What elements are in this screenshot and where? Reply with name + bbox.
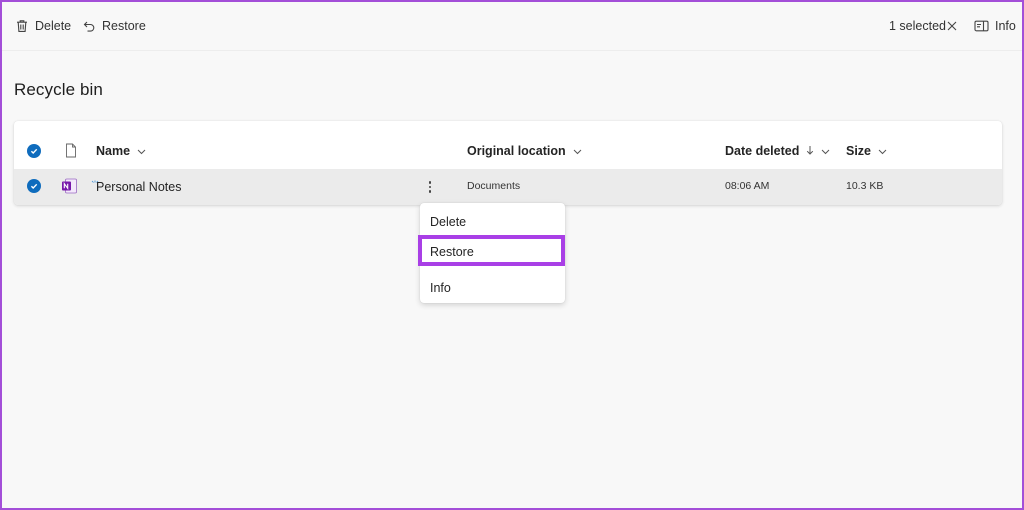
column-header-original-location[interactable]: Original location: [467, 144, 582, 158]
restore-label: Restore: [102, 19, 146, 33]
size-cell: 10.3 KB: [846, 180, 884, 192]
column-header-location-label: Original location: [467, 144, 566, 158]
more-actions-button[interactable]: [424, 178, 436, 196]
column-header-size-label: Size: [846, 144, 872, 158]
original-location-cell: Documents: [467, 180, 521, 192]
app-window: Delete Restore 1 selected Info Recycle b…: [2, 2, 1022, 508]
chevron-down-icon: [573, 144, 582, 158]
table-header: Name Original location Date deleted Size: [14, 121, 1002, 170]
column-header-name-label: Name: [96, 144, 131, 158]
info-button[interactable]: Info: [974, 16, 1016, 36]
file-list: Name Original location Date deleted Size…: [14, 121, 1002, 205]
restore-button[interactable]: Restore: [82, 16, 146, 36]
chevron-down-icon: [137, 144, 146, 158]
date-deleted-cell: 08:06 AM: [725, 180, 770, 192]
info-pane-icon: [974, 20, 989, 32]
menu-item-delete[interactable]: Delete: [420, 210, 565, 234]
row-checkbox[interactable]: [27, 179, 41, 193]
selection-count: 1 selected: [889, 19, 946, 33]
sort-descending-icon: [806, 144, 814, 158]
info-label: Info: [995, 19, 1016, 33]
column-header-size[interactable]: Size: [846, 144, 887, 158]
checkmark-icon: [30, 183, 38, 190]
onenote-icon: [61, 178, 78, 199]
chevron-down-icon: [878, 144, 887, 158]
file-name[interactable]: Personal Notes: [96, 180, 181, 194]
file-type-header-icon: [65, 143, 77, 163]
more-dot: [428, 181, 432, 184]
checkmark-icon: [30, 148, 38, 155]
chevron-down-icon: [821, 144, 830, 158]
undo-icon: [82, 19, 96, 33]
delete-button[interactable]: Delete: [15, 16, 71, 36]
delete-label: Delete: [35, 19, 72, 33]
menu-item-info[interactable]: Info: [420, 276, 565, 300]
column-header-name[interactable]: Name: [96, 144, 146, 158]
clear-selection-button[interactable]: [946, 16, 958, 36]
command-bar: Delete Restore 1 selected Info: [2, 2, 1022, 51]
trash-icon: [15, 19, 29, 33]
close-icon: [946, 20, 958, 32]
page-title: Recycle bin: [14, 80, 103, 99]
table-row[interactable]: Personal Notes Documents 08:06 AM 10.3 K…: [14, 169, 1002, 205]
context-menu: Delete Restore Info: [420, 203, 565, 303]
select-all-checkbox[interactable]: [27, 144, 41, 158]
menu-item-restore[interactable]: Restore: [420, 240, 565, 264]
more-dot: [428, 185, 432, 189]
column-header-date-deleted[interactable]: Date deleted: [725, 144, 830, 158]
more-dot: [428, 190, 432, 193]
column-header-date-label: Date deleted: [725, 144, 800, 158]
